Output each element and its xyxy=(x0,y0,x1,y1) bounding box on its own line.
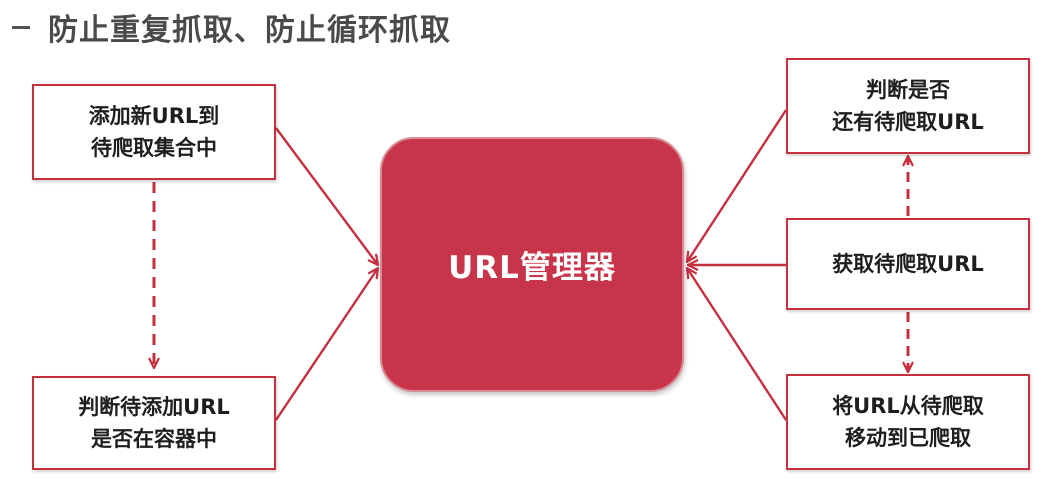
box-check-in-container: 判断待添加URL 是否在容器中 xyxy=(32,376,276,470)
box-has-pending-url-line2: 还有待爬取URL xyxy=(832,110,984,134)
box-check-in-container-line2: 是否在容器中 xyxy=(90,427,217,451)
box-add-new-url-line2: 待爬取集合中 xyxy=(90,136,217,160)
box-get-pending-url-line1: 获取待爬取URL xyxy=(832,252,984,276)
diagram-slide: 防止重复抓取、防止循环抓取 添加新URL到 待爬取集合中 判断待添加URL 是否… xyxy=(0,0,1053,482)
box-add-new-url-line1: 添加新URL到 xyxy=(88,104,220,128)
box-move-to-crawled: 将URL从待爬取 移动到已爬取 xyxy=(786,374,1030,470)
url-manager-label: URL管理器 xyxy=(448,250,616,286)
title-bullet-dash xyxy=(12,25,30,29)
url-manager-node: URL管理器 xyxy=(380,137,684,392)
box-has-pending-url-line1: 判断是否 xyxy=(865,78,950,102)
box-add-new-url: 添加新URL到 待爬取集合中 xyxy=(32,84,276,180)
arrow-has-pending-to-manager xyxy=(687,109,788,262)
box-move-to-crawled-line1: 将URL从待爬取 xyxy=(832,394,984,418)
slide-title-text: 防止重复抓取、防止循环抓取 xyxy=(48,13,451,48)
box-move-to-crawled-line2: 移动到已爬取 xyxy=(844,426,971,450)
arrow-move-to-manager xyxy=(687,268,788,421)
box-get-pending-url: 获取待爬取URL xyxy=(786,218,1030,310)
arrow-add-to-manager xyxy=(275,127,378,265)
box-check-in-container-line1: 判断待添加URL xyxy=(78,395,230,419)
box-has-pending-url: 判断是否 还有待爬取URL xyxy=(786,58,1030,154)
arrow-check-to-manager xyxy=(275,268,378,421)
slide-title: 防止重复抓取、防止循环抓取 xyxy=(12,8,451,48)
